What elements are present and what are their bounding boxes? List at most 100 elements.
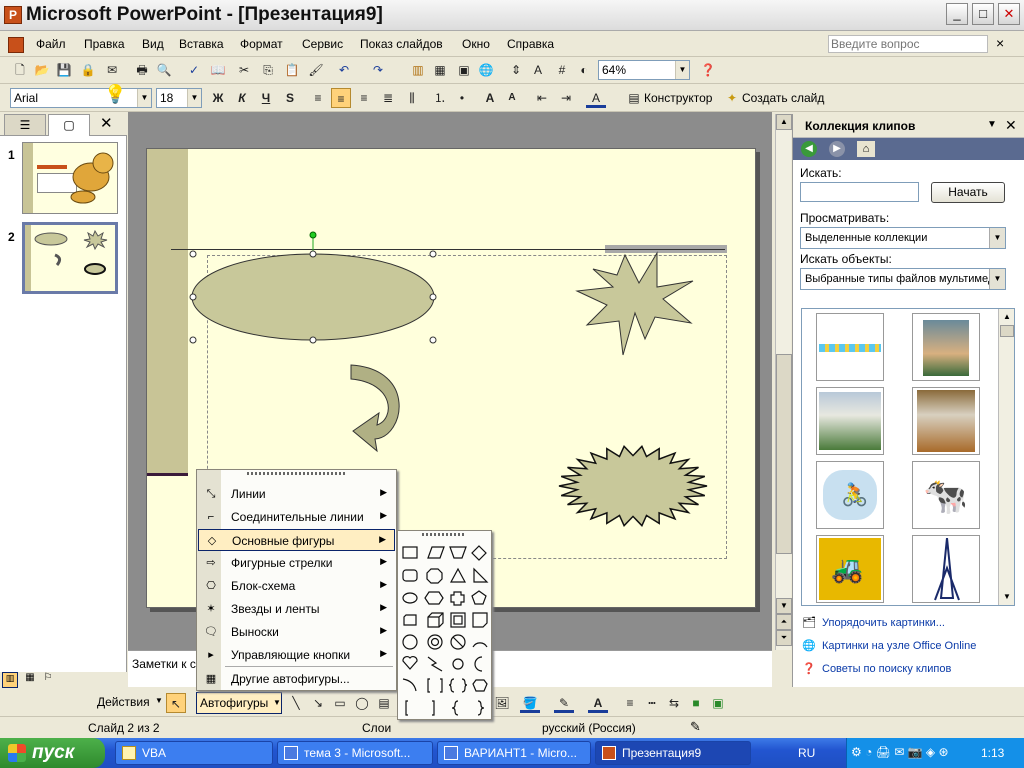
home-icon[interactable]: ⌂ (857, 141, 875, 157)
left-bracket-shape-icon[interactable] (405, 700, 408, 716)
decrease-indent-icon[interactable]: ⇤ (532, 88, 552, 108)
pentagon-shape-icon[interactable] (471, 590, 487, 605)
cut-icon[interactable]: ✂ (234, 60, 254, 80)
clip-cyclists-image[interactable]: 🚴 (816, 461, 884, 529)
textbox-tool-icon[interactable]: ▤ (374, 693, 394, 713)
actions-menu[interactable]: Действия (97, 695, 150, 709)
paste-icon[interactable]: 📋 (282, 60, 302, 80)
font-select[interactable]: Arial ▼ (10, 88, 152, 108)
office-online-link[interactable]: Картинки на узле Office Online (822, 640, 976, 652)
print-icon[interactable]: 🖶 (132, 60, 152, 80)
taskbar-item-vba[interactable]: VBA (115, 741, 273, 765)
slide-thumbnail-1[interactable] (22, 142, 118, 214)
curved-arrow-shape[interactable] (350, 364, 400, 453)
picture-tool-icon[interactable]: 🖼 (492, 693, 512, 713)
shadow-button[interactable]: S (280, 88, 300, 108)
bevel-shape-icon[interactable] (450, 612, 466, 628)
clip-man-camera-image[interactable] (912, 313, 980, 381)
menu-tools[interactable]: Сервис (302, 37, 343, 51)
moon-shape-icon[interactable] (474, 656, 483, 672)
slides-tab-icon[interactable]: ▢ (48, 114, 90, 136)
menu-format[interactable]: Формат (240, 37, 283, 51)
clip-eiffel-image[interactable] (912, 535, 980, 603)
slideshow-view-icon[interactable]: ⚐ (40, 672, 56, 688)
show-formatting-icon[interactable]: A (528, 60, 548, 80)
menu-help[interactable]: Справка (507, 37, 554, 51)
menu-item-callouts[interactable]: 🗨 Выноски ▶ (198, 621, 395, 643)
clip-scrollbar[interactable]: ▲ ▼ (998, 309, 1014, 605)
taskbar-item-word-1[interactable]: тема 3 - Microsoft... (277, 741, 433, 765)
undo-icon[interactable]: ↶ (334, 60, 354, 80)
star-shape[interactable] (575, 251, 694, 356)
menu-item-lines[interactable]: ⤡ Линии ▶ (198, 483, 395, 505)
ellipse-shape[interactable] (191, 253, 435, 341)
next-slide-icon[interactable]: ⏷ (776, 630, 792, 646)
scroll-thumb[interactable] (776, 354, 792, 554)
close-pane-icon[interactable]: ✕ (100, 114, 113, 132)
parallelogram-shape-icon[interactable] (427, 546, 445, 559)
menu-edit[interactable]: Правка (84, 37, 125, 51)
plaque-shape-icon[interactable] (472, 679, 488, 692)
cube-shape-icon[interactable] (427, 612, 444, 628)
oval-shape-icon[interactable] (402, 592, 418, 604)
shadow-style-icon[interactable]: ■ (686, 693, 706, 713)
permission-icon[interactable]: 🔒 (78, 60, 98, 80)
redo-icon[interactable]: ↷ (368, 60, 388, 80)
minimize-button[interactable]: _ (946, 3, 968, 25)
rounded-rect-shape-icon[interactable] (402, 569, 418, 582)
rotate-handle[interactable] (309, 231, 317, 239)
spelling-icon[interactable]: ✓ (184, 60, 204, 80)
octagon-shape-icon[interactable] (426, 568, 443, 584)
prev-slide-icon[interactable]: ⏶ (776, 614, 792, 630)
slide-thumbnail-2[interactable] (22, 222, 118, 294)
start-button[interactable]: пуск (0, 738, 105, 768)
save-icon[interactable]: 💾 (54, 60, 74, 80)
menu-view[interactable]: Вид (142, 37, 164, 51)
format-painter-icon[interactable]: 🖌 (306, 60, 326, 80)
underline-button[interactable]: Ч (256, 88, 276, 108)
task-pane-close-icon[interactable]: ✕ (1005, 117, 1017, 134)
align-center-icon[interactable]: ≡ (331, 88, 351, 108)
clip-border-image[interactable] (816, 313, 884, 381)
double-bracket-shape-icon[interactable] (427, 678, 443, 693)
sun-shape-icon[interactable] (452, 658, 464, 670)
email-icon[interactable]: ✉ (102, 60, 122, 80)
drag-handle[interactable] (422, 533, 466, 536)
forward-icon[interactable]: ▶ (829, 141, 845, 157)
powerpoint-icon[interactable]: P (4, 6, 22, 24)
right-bracket-shape-icon[interactable] (432, 700, 435, 716)
clip-tractor-image[interactable]: 🚜 (816, 535, 884, 603)
scroll-thumb[interactable] (1000, 325, 1014, 337)
hyperlink-icon[interactable]: 🌐 (476, 60, 496, 80)
search-tips-link[interactable]: Советы по поиску клипов (822, 663, 951, 675)
taskbar-item-powerpoint[interactable]: Презентация9 (595, 741, 751, 765)
language-indicator[interactable]: RU (798, 746, 815, 760)
block-arc-shape-icon[interactable] (472, 642, 488, 648)
tables-borders-icon[interactable]: ▣ (454, 60, 474, 80)
bold-button[interactable]: Ж (208, 88, 228, 108)
clip-cow-image[interactable]: 🐄 (912, 461, 980, 529)
menu-item-connectors[interactable]: ⌐ Соединительные линии ▶ (198, 506, 395, 528)
scroll-up-icon[interactable]: ▲ (776, 114, 792, 130)
close-button[interactable]: ✕ (998, 3, 1020, 25)
clip-church-image[interactable] (912, 387, 980, 455)
new-icon[interactable]: 🗋 (10, 60, 30, 80)
arrow-style-icon[interactable]: ⇆ (664, 693, 684, 713)
italic-button[interactable]: К (232, 88, 252, 108)
bullets-icon[interactable]: • (452, 88, 472, 108)
triangle-shape-icon[interactable] (449, 567, 467, 583)
lightbulb-icon[interactable]: 💡 (104, 84, 126, 105)
designer-icon[interactable]: ▤ (624, 88, 644, 108)
left-brace-shape-icon[interactable] (451, 700, 459, 716)
tray-icons[interactable]: ⚙ ◔ 🖨 ✉ 📷 ◈ ⊛ (851, 745, 949, 759)
maximize-button[interactable]: □ (972, 3, 994, 25)
sorter-view-icon[interactable]: ▦ (22, 672, 38, 688)
close-document-button[interactable]: × (996, 35, 1004, 51)
menu-window[interactable]: Окно (462, 37, 490, 51)
justify-icon[interactable]: ≣ (378, 88, 398, 108)
font-color-icon[interactable]: A (588, 693, 608, 713)
diamond-shape-icon[interactable] (471, 545, 487, 561)
normal-view-icon[interactable]: ▥ (2, 672, 18, 688)
3d-style-icon[interactable]: ▣ (708, 693, 728, 713)
decrease-font-icon[interactable]: A (502, 88, 522, 108)
